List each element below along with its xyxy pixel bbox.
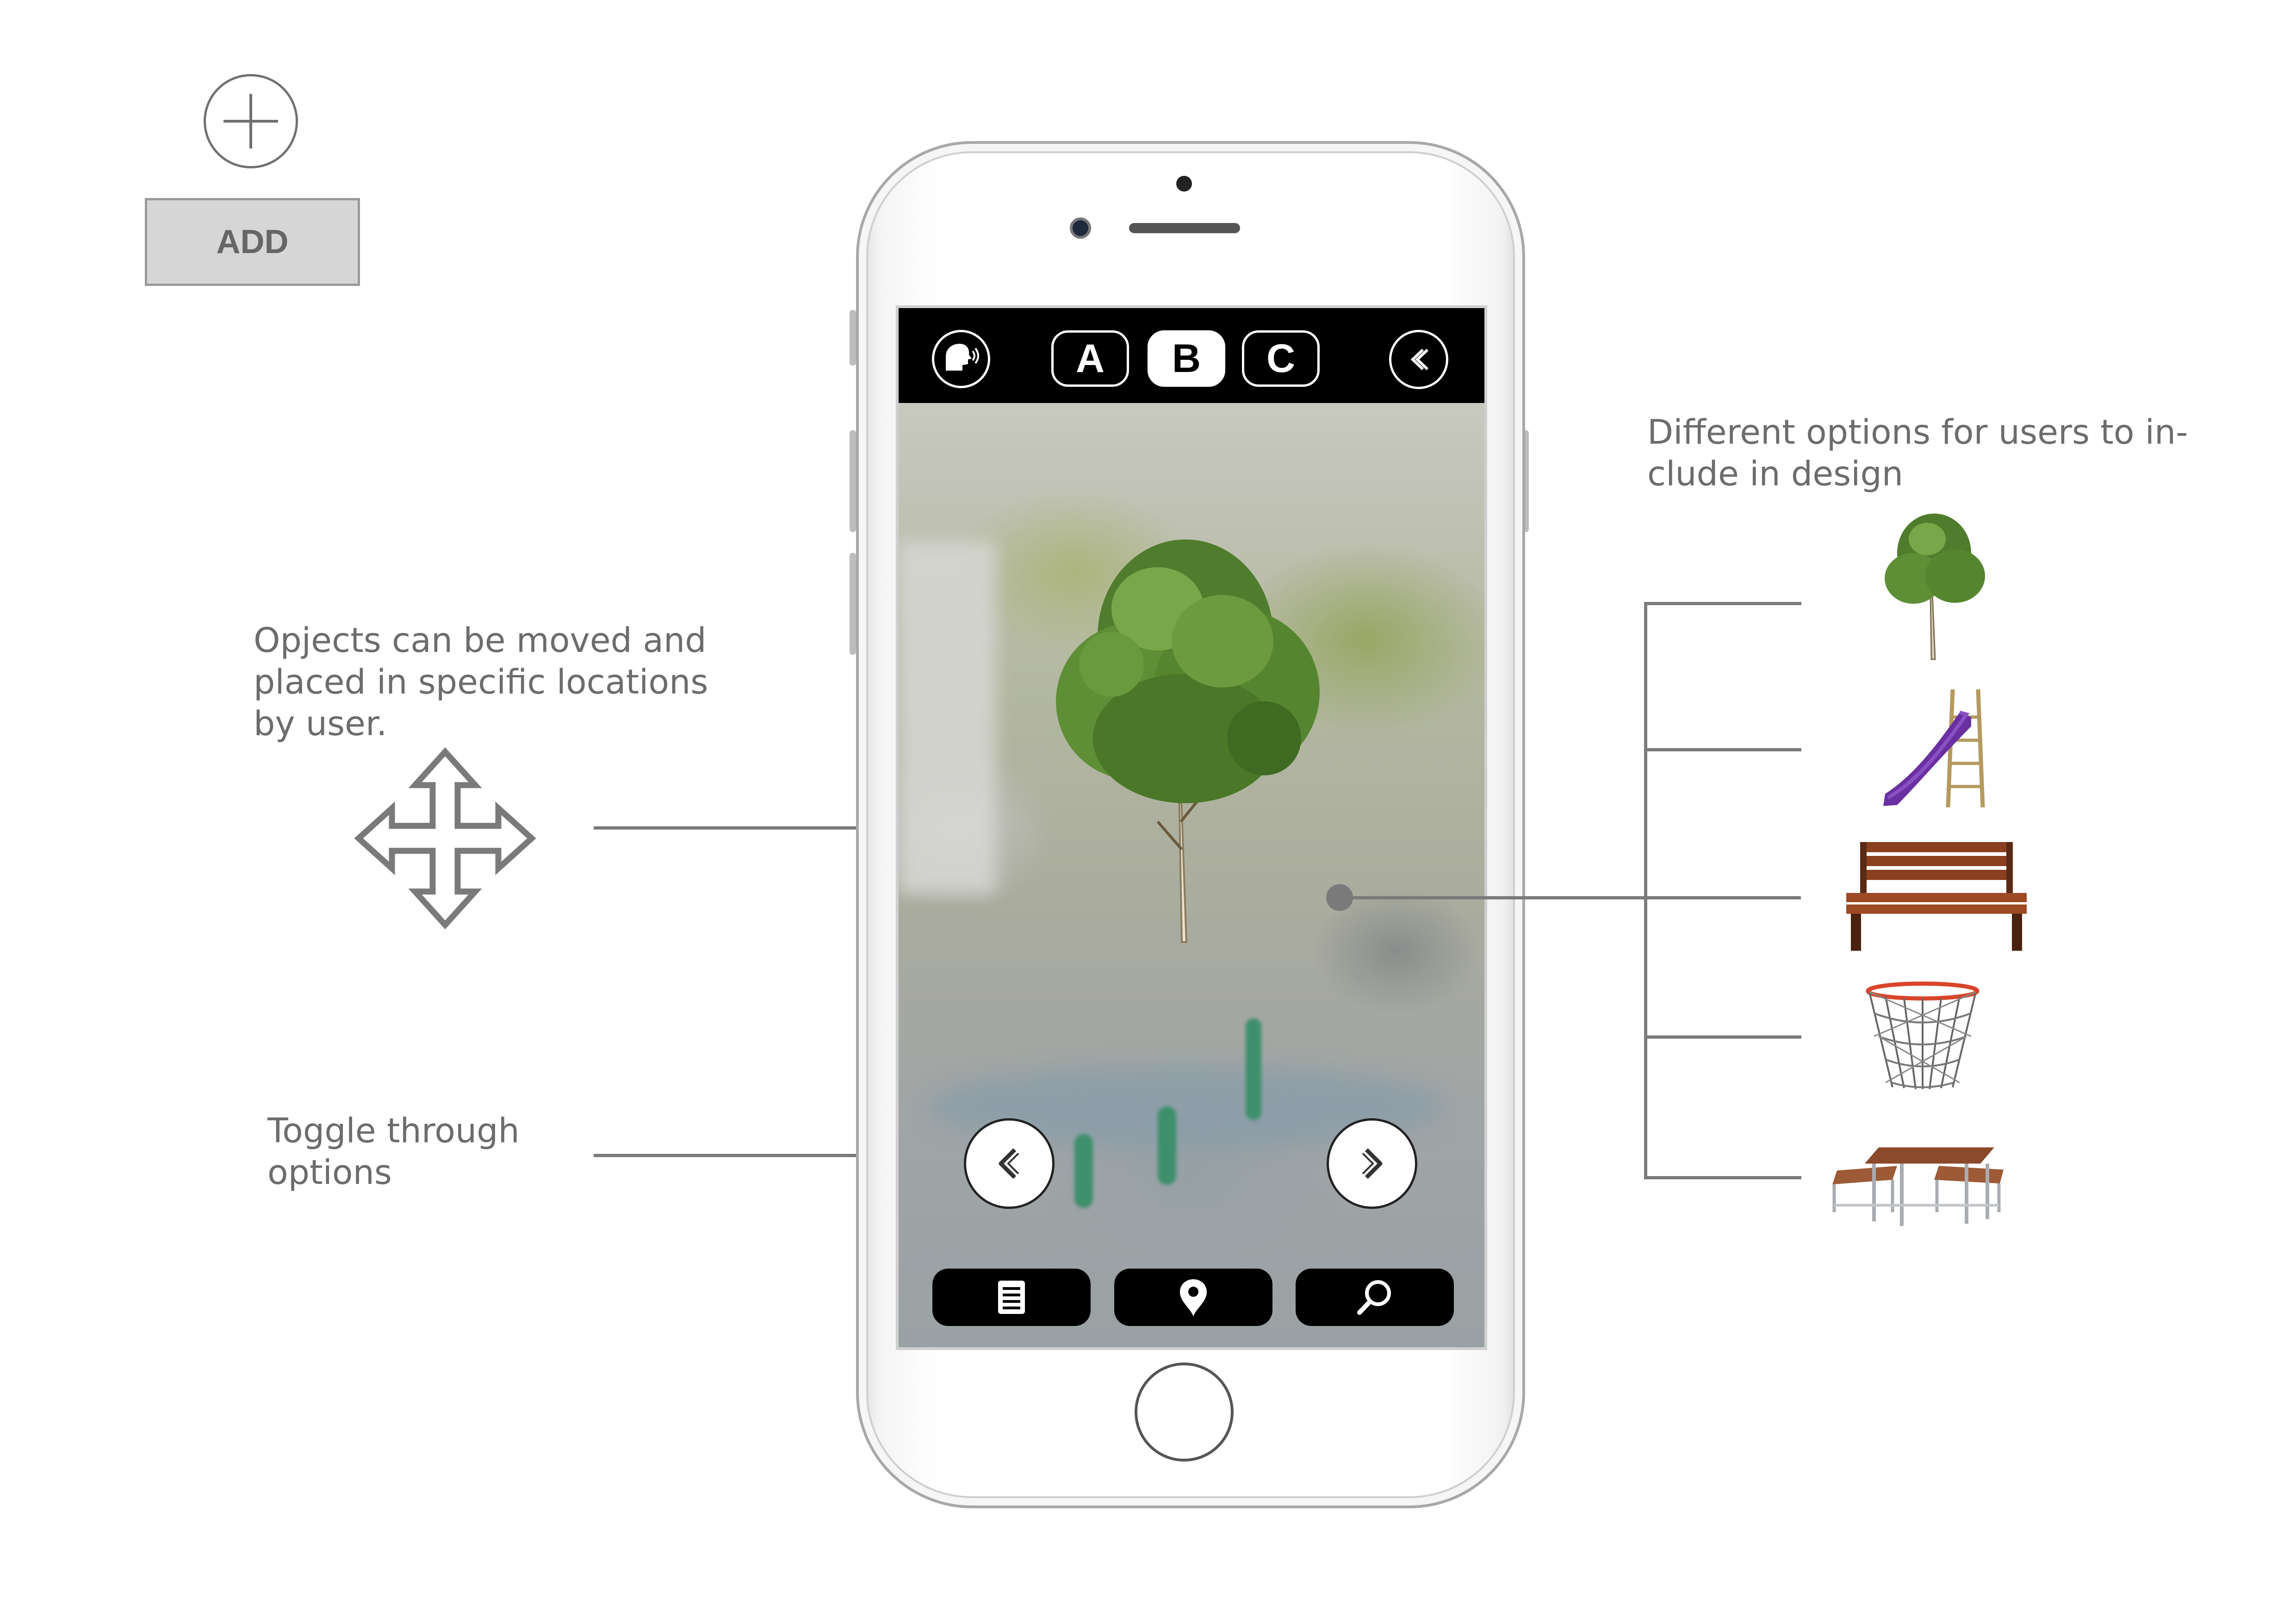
option-branch-4 — [1644, 1035, 1801, 1039]
toggle-note: Toggle through options — [267, 1111, 520, 1192]
tree-icon[interactable] — [1879, 509, 1990, 662]
option-branch-1 — [1644, 602, 1801, 605]
phone-sensor — [1176, 176, 1192, 192]
top-bar: A B C — [899, 308, 1484, 403]
document-icon — [998, 1281, 1025, 1314]
search-button[interactable] — [1296, 1269, 1454, 1326]
back-chevron-icon — [1410, 348, 1429, 371]
chevron-right-icon — [1362, 1148, 1383, 1179]
tab-c[interactable]: C — [1242, 330, 1320, 387]
front-camera — [1070, 217, 1091, 239]
phone-volume-down — [850, 553, 856, 655]
chevron-left-icon — [999, 1148, 1019, 1179]
phone-volume-up — [850, 430, 856, 532]
picnic-table-icon[interactable] — [1828, 1143, 2008, 1231]
list-button[interactable] — [932, 1269, 1091, 1326]
add-circle-button[interactable] — [204, 74, 298, 168]
map-pin-icon — [1180, 1279, 1207, 1316]
bench-icon[interactable] — [1842, 837, 2031, 953]
search-icon — [1357, 1280, 1391, 1315]
plus-icon — [223, 94, 278, 149]
previous-option-button[interactable] — [964, 1118, 1055, 1209]
speaker-head-icon — [946, 344, 979, 371]
placed-tree-object[interactable] — [1042, 526, 1329, 951]
phone-screen: A B C — [896, 305, 1487, 1350]
basketball-hoop-icon[interactable] — [1865, 981, 1980, 1092]
tab-b[interactable]: B — [1148, 330, 1225, 387]
add-button[interactable]: ADD — [145, 198, 360, 286]
tab-a[interactable]: A — [1051, 330, 1129, 387]
home-button[interactable] — [1135, 1363, 1234, 1462]
slide-icon[interactable] — [1879, 685, 1999, 810]
option-branch-5 — [1644, 1176, 1801, 1179]
next-option-button[interactable] — [1327, 1118, 1417, 1209]
phone-mute-switch — [850, 310, 856, 365]
move-note: Opjects can be moved and placed in speci… — [254, 621, 708, 743]
earpiece-speaker — [1129, 223, 1240, 233]
location-button[interactable] — [1114, 1269, 1272, 1326]
options-connector — [1338, 896, 1801, 899]
move-arrows-icon — [354, 747, 536, 929]
back-button[interactable] — [1389, 330, 1448, 389]
options-note: Different options for users to in- clude… — [1647, 413, 2188, 494]
option-branch-2 — [1644, 748, 1801, 751]
audio-button[interactable] — [932, 330, 990, 388]
options-bracket-vertical — [1644, 602, 1647, 1179]
